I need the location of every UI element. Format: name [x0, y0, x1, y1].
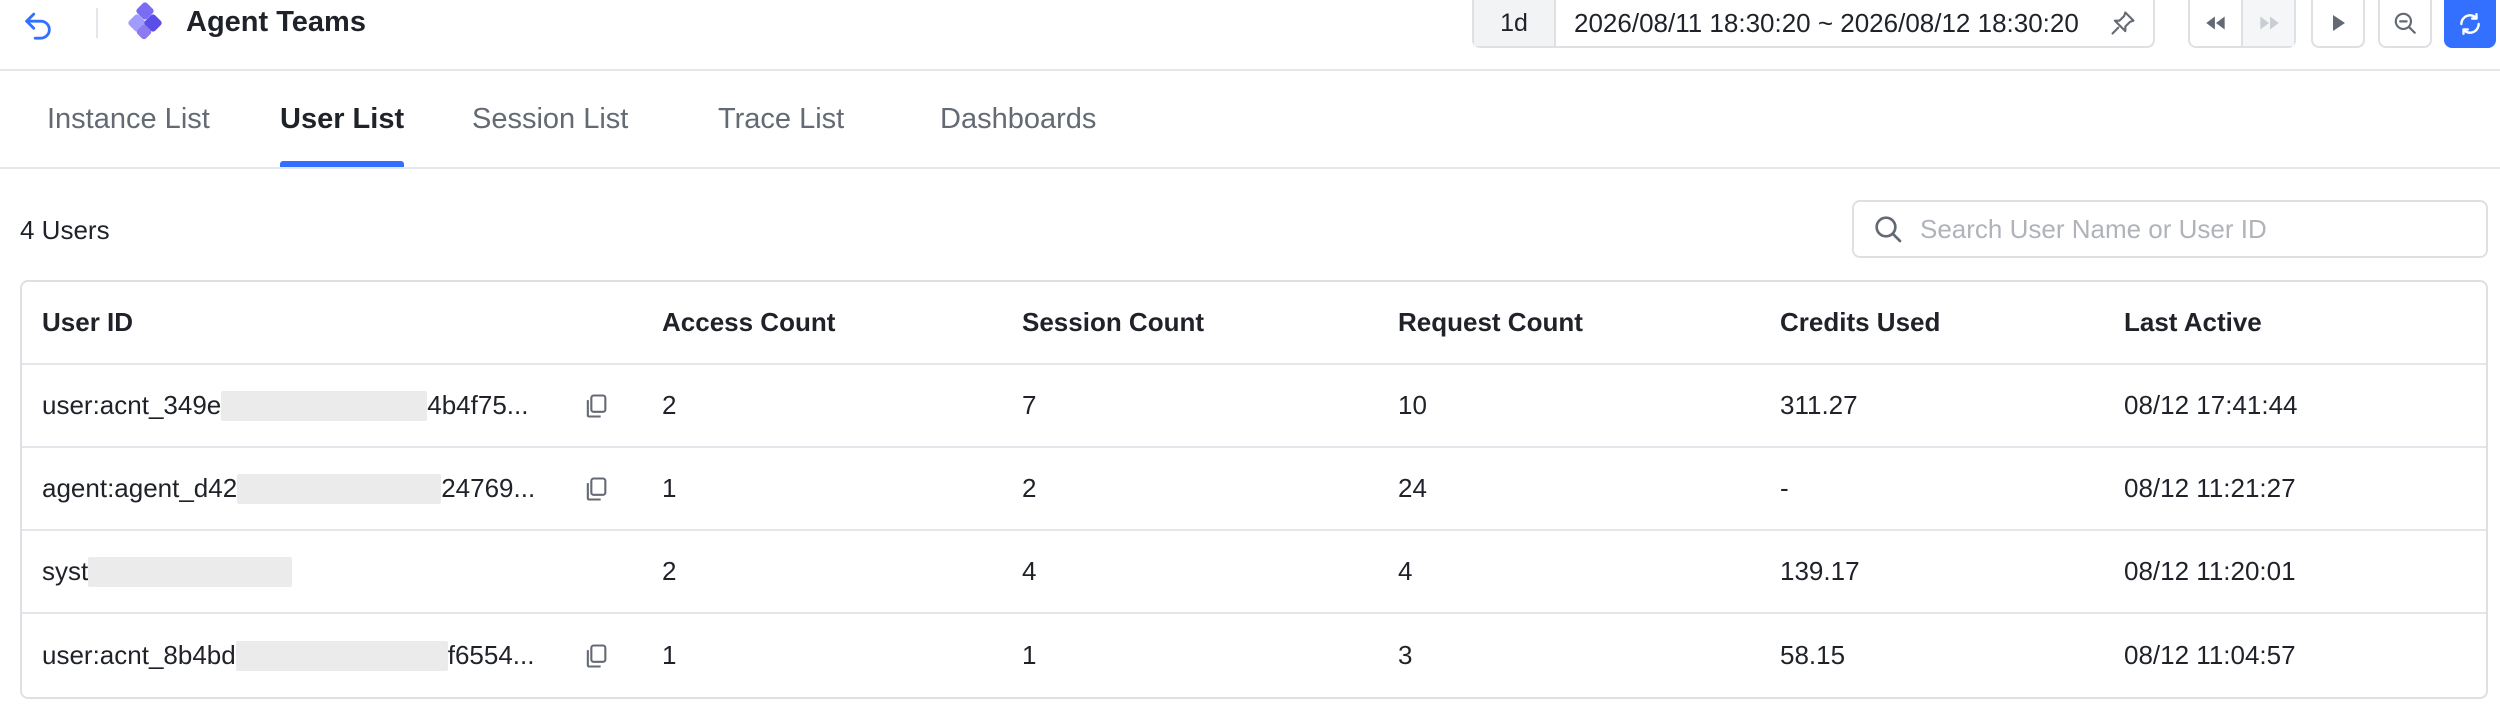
- column-header-request-count: Request Count: [1398, 307, 1583, 337]
- redacted-mask: [237, 473, 442, 504]
- last-active-cell: 08/12 11:20:01: [2124, 556, 2296, 586]
- credits-used-cell: 139.17: [1780, 556, 1860, 586]
- copy-icon: [586, 476, 607, 501]
- user-id-suffix: f6554...: [447, 640, 535, 670]
- tab-user-list[interactable]: User List: [280, 71, 405, 167]
- table-header-row: User ID Access Count Session Count Reque…: [22, 282, 2486, 365]
- session-count-cell: 1: [1022, 640, 1037, 670]
- copy-icon: [586, 643, 607, 668]
- agent-teams-logo-icon: [128, 2, 162, 40]
- credits-used-cell: -: [1780, 473, 1789, 503]
- pin-icon: [2111, 11, 2135, 35]
- fast-forward-icon: [2259, 16, 2279, 30]
- credits-used-cell: 311.27: [1780, 390, 1858, 420]
- refresh-icon: [2460, 13, 2480, 35]
- user-id-suffix: 24769...: [441, 473, 536, 503]
- table-row[interactable]: user:acnt_8b4bd f6554... 1 1 3 58.15 08/…: [22, 614, 2486, 697]
- table-row[interactable]: syst 2 4 4 139.17 08/12 11:20:01: [22, 531, 2486, 614]
- user-id-cell: syst: [42, 531, 293, 612]
- time-range-picker[interactable]: 1d 2026/08/11 18:30:20 ~ 2026/08/12 18:3…: [1472, 0, 2155, 48]
- table-row[interactable]: agent:agent_d42 24769... 1 2 24 - 08/12 …: [22, 448, 2486, 531]
- redacted-mask: [221, 390, 428, 421]
- zoom-out-group: [2378, 0, 2432, 48]
- refresh-button[interactable]: [2444, 0, 2496, 48]
- search-box[interactable]: [1852, 200, 2488, 258]
- user-id-prefix: user:acnt_8b4bd: [42, 640, 236, 670]
- access-count-cell: 2: [662, 556, 677, 586]
- tab-trace-list[interactable]: Trace List: [718, 71, 844, 167]
- step-buttons: [2188, 0, 2296, 48]
- back-button[interactable]: [20, 6, 56, 42]
- request-count-cell: 24: [1398, 473, 1427, 503]
- header-divider: [96, 8, 98, 38]
- tab-session-list[interactable]: Session List: [472, 71, 628, 167]
- play-button[interactable]: [2313, 0, 2363, 46]
- user-count-label: 4 Users: [20, 215, 110, 245]
- copy-icon: [586, 393, 607, 418]
- column-header-last-active: Last Active: [2124, 307, 2262, 337]
- column-header-access-count: Access Count: [662, 307, 836, 337]
- pin-button[interactable]: [2093, 0, 2153, 46]
- step-forward-button[interactable]: [2241, 0, 2294, 46]
- column-header-credits-used: Credits Used: [1780, 307, 1941, 337]
- column-header-session-count: Session Count: [1022, 307, 1205, 337]
- time-range-text[interactable]: 2026/08/11 18:30:20 ~ 2026/08/12 18:30:2…: [1556, 8, 2093, 39]
- request-count-cell: 4: [1398, 556, 1413, 586]
- redacted-mask: [88, 556, 293, 587]
- tab-dashboards[interactable]: Dashboards: [940, 71, 1096, 167]
- zoom-out-icon: [2394, 12, 2416, 34]
- request-count-cell: 10: [1398, 390, 1427, 420]
- user-id-prefix: user:acnt_349e: [42, 390, 222, 420]
- table-row[interactable]: user:acnt_349e 4b4f75... 2 7 10 311.27 0…: [22, 365, 2486, 448]
- tab-bar: Instance List User List Session List Tra…: [0, 71, 2500, 169]
- play-icon: [2333, 15, 2345, 31]
- session-count-cell: 7: [1022, 390, 1037, 420]
- session-count-cell: 4: [1022, 556, 1037, 586]
- user-id-prefix: agent:agent_d42: [42, 473, 238, 503]
- app-title: Agent Teams: [186, 6, 366, 38]
- request-count-cell: 3: [1398, 640, 1413, 670]
- zoom-out-button[interactable]: [2380, 0, 2430, 46]
- top-bar: Agent Teams 1d 2026/08/11 18:30:20 ~ 202…: [0, 0, 2500, 71]
- user-table: User ID Access Count Session Count Reque…: [20, 280, 2488, 699]
- access-count-cell: 1: [662, 640, 677, 670]
- last-active-cell: 08/12 17:41:44: [2124, 390, 2298, 420]
- play-button-group: [2311, 0, 2365, 48]
- access-count-cell: 1: [662, 473, 677, 503]
- quick-range-button[interactable]: 1d: [1474, 0, 1556, 46]
- step-back-button[interactable]: [2190, 0, 2241, 46]
- rewind-icon: [2205, 16, 2225, 30]
- search-icon: [1870, 211, 1906, 247]
- access-count-cell: 2: [662, 390, 677, 420]
- last-active-cell: 08/12 11:04:57: [2124, 640, 2296, 670]
- user-id-suffix: 4b4f75...: [427, 390, 529, 420]
- search-input[interactable]: [1918, 212, 2486, 246]
- copy-button[interactable]: [578, 448, 614, 529]
- column-header-user-id: User ID: [42, 307, 134, 337]
- redacted-mask: [235, 640, 448, 671]
- undo-arrow-icon: [25, 12, 51, 40]
- user-id-cell: user:acnt_349e 4b4f75...: [42, 365, 528, 446]
- copy-button[interactable]: [578, 614, 614, 697]
- tab-instance-list[interactable]: Instance List: [47, 71, 210, 167]
- copy-button[interactable]: [578, 365, 614, 446]
- user-id-cell: agent:agent_d42 24769...: [42, 448, 535, 529]
- last-active-cell: 08/12 11:21:27: [2124, 473, 2296, 503]
- user-id-cell: user:acnt_8b4bd f6554...: [42, 614, 534, 697]
- user-id-prefix: syst: [42, 556, 89, 586]
- credits-used-cell: 58.15: [1780, 640, 1846, 670]
- session-count-cell: 2: [1022, 473, 1037, 503]
